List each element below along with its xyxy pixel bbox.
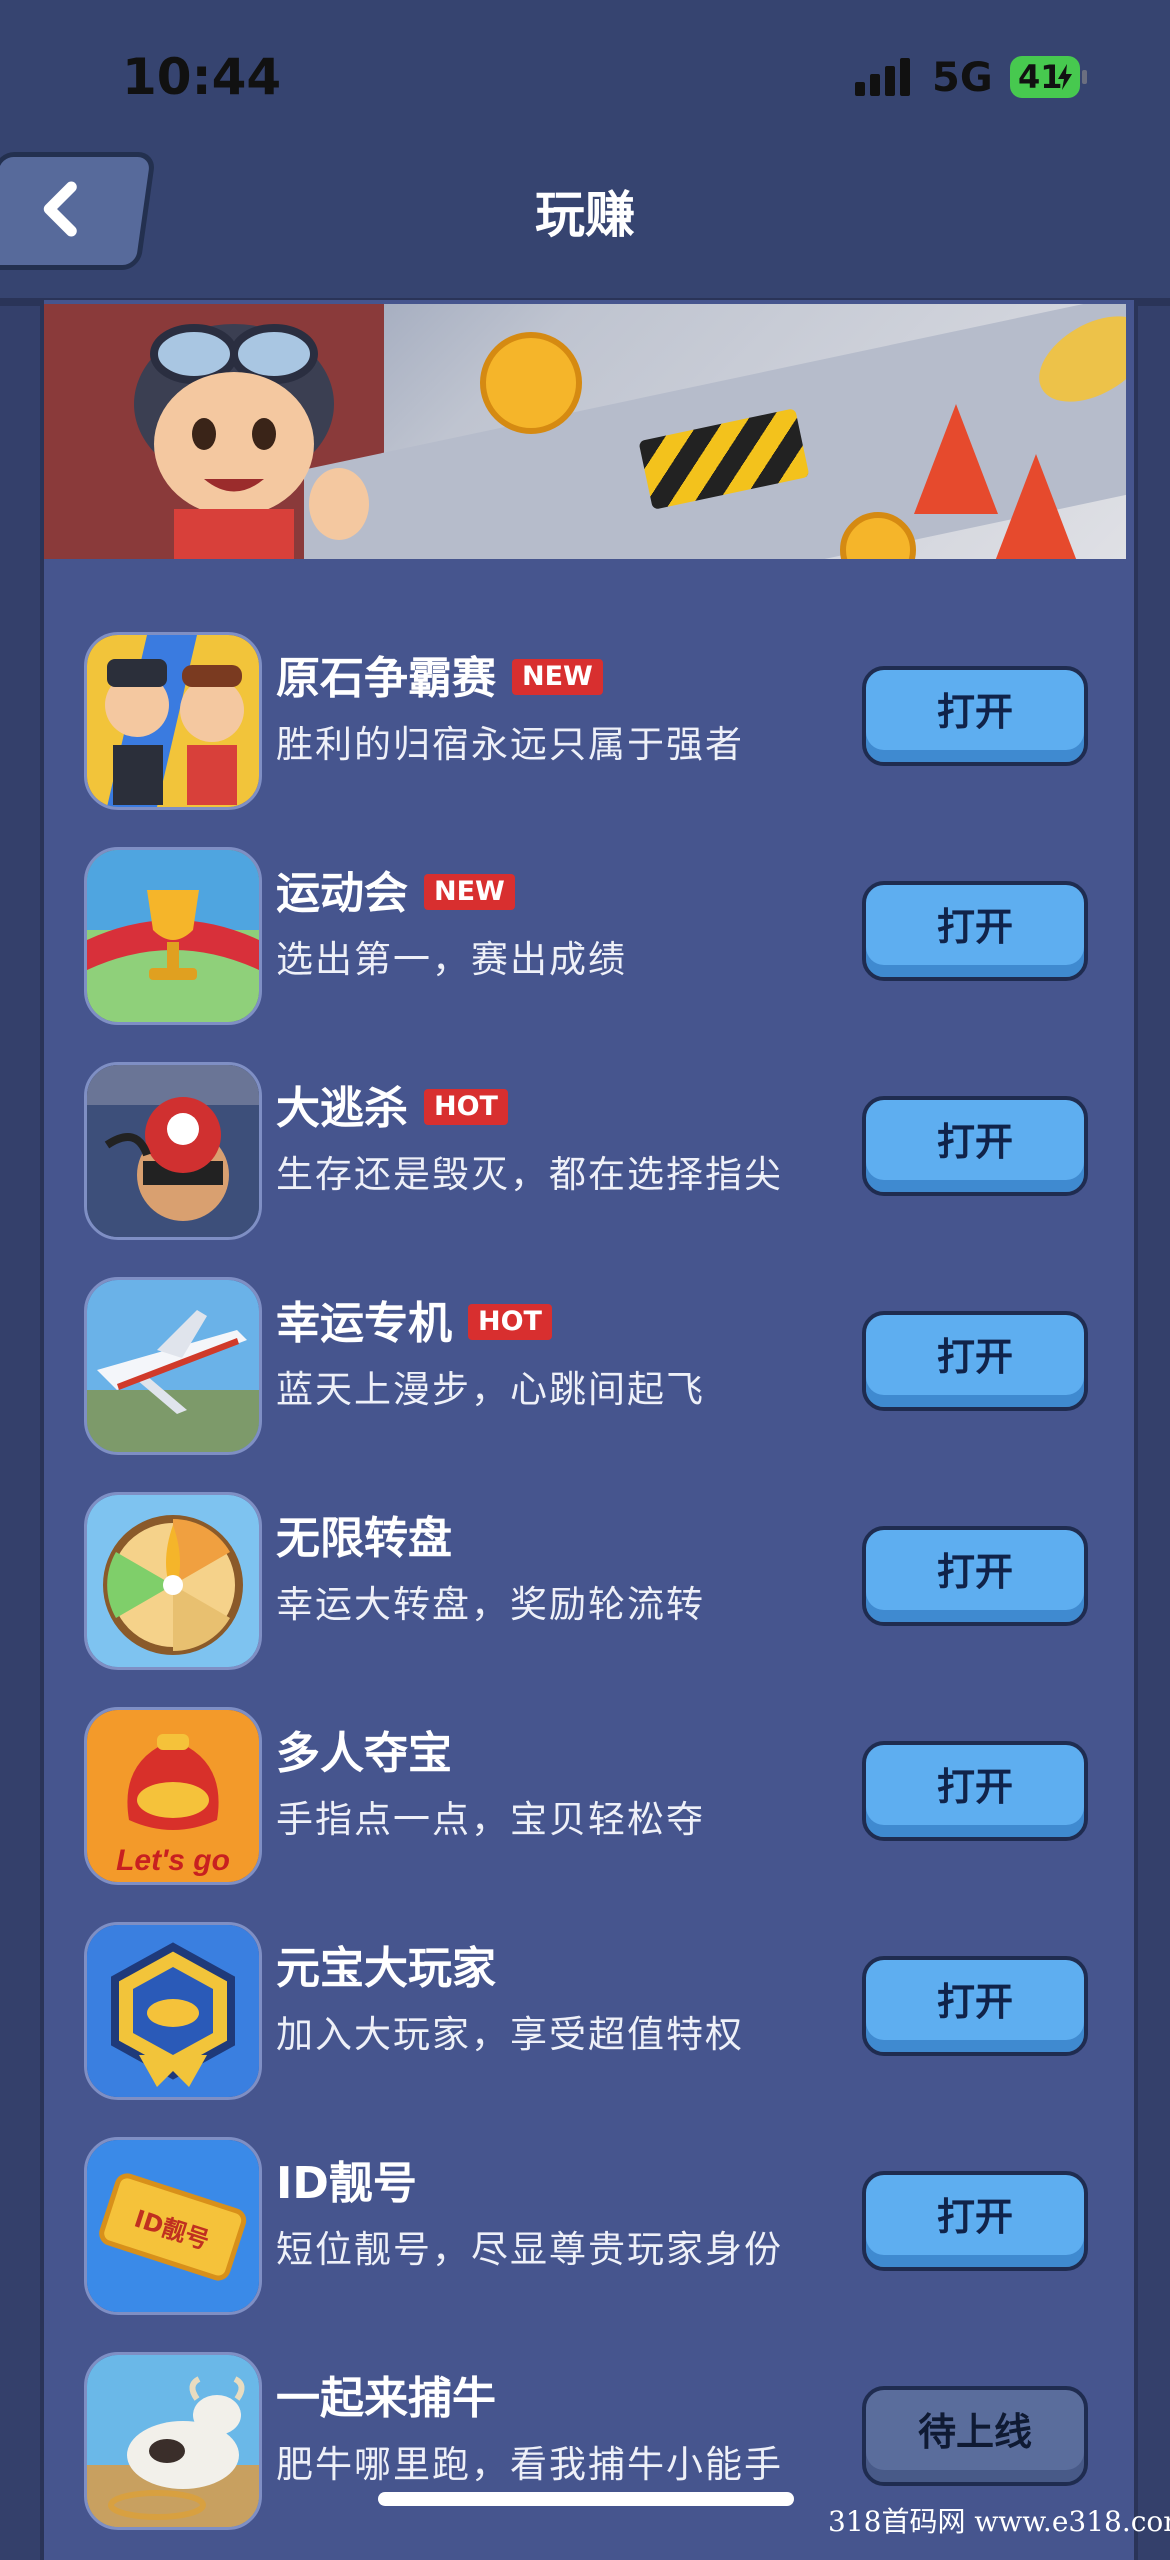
game-description: 手指点一点，宝贝轻松夺 (276, 1798, 705, 1841)
battery-icon: 41 (1010, 56, 1087, 98)
new-badge: NEW (424, 874, 515, 910)
game-description: 加入大玩家，享受超值特权 (276, 2013, 744, 2056)
open-button[interactable]: 打开 (862, 1956, 1088, 2056)
game-title: 幸运专机 HOT (276, 1287, 552, 1351)
new-badge: NEW (512, 659, 603, 695)
game-icon-wheel[interactable] (84, 1492, 262, 1670)
svg-text:Let's go: Let's go (116, 1844, 230, 1877)
game-description: 胜利的归宿永远只属于强者 (276, 723, 744, 766)
game-icon-battle-royale[interactable] (84, 1062, 262, 1240)
game-description: 幸运大转盘，奖励轮流转 (276, 1583, 705, 1626)
page-title: 玩赚 (535, 186, 635, 244)
game-title: 多人夺宝 (276, 1728, 452, 1779)
promo-banner[interactable] (44, 304, 1126, 559)
game-description: 生存还是毁灭，都在选择指尖 (276, 1153, 783, 1196)
game-title: 运动会 NEW (276, 857, 515, 921)
game-icon-catch-bull[interactable] (84, 2352, 262, 2530)
network-type: 5G (932, 55, 993, 101)
game-icon-id-number[interactable]: ID靓号 (84, 2137, 262, 2315)
hot-badge: HOT (468, 1304, 552, 1340)
list-item: 原石争霸赛 NEW 胜利的归宿永远只属于强者 打开 (84, 632, 1088, 812)
game-description: 肥牛哪里跑，看我捕牛小能手 (276, 2443, 783, 2486)
list-item: 元宝大玩家 加入大玩家，享受超值特权 打开 (84, 1922, 1088, 2102)
coming-soon-button: 待上线 (862, 2386, 1088, 2486)
game-icon-sports[interactable] (84, 847, 262, 1025)
game-title: 原石争霸赛 NEW (276, 642, 603, 706)
open-button[interactable]: 打开 (862, 1526, 1088, 1626)
hot-badge: HOT (424, 1089, 508, 1125)
list-item: Let's go 多人夺宝 手指点一点，宝贝轻松夺 打开 (84, 1707, 1088, 1887)
status-bar: 10:44 5G 41 (0, 0, 1170, 150)
open-button[interactable]: 打开 (862, 1741, 1088, 1841)
open-button[interactable]: 打开 (862, 1311, 1088, 1411)
game-icon-arena[interactable] (84, 632, 262, 810)
game-title: 一起来捕牛 (276, 2373, 496, 2424)
list-item: 无限转盘 幸运大转盘，奖励轮流转 打开 (84, 1492, 1088, 1672)
game-description: 短位靓号，尽显尊贵玩家身份 (276, 2228, 783, 2271)
game-title: 无限转盘 (276, 1513, 452, 1564)
game-icon-lucky-plane[interactable] (84, 1277, 262, 1455)
game-icon-vip[interactable] (84, 1922, 262, 2100)
game-title: 元宝大玩家 (276, 1943, 496, 1994)
watermark-text: 318首码网 www.e318.com (828, 2505, 1170, 2538)
signal-icon (855, 58, 915, 96)
list-item: 运动会 NEW 选出第一，赛出成绩 打开 (84, 847, 1088, 1027)
traffic-cone-illustration (994, 454, 1078, 559)
game-title: ID靓号 (276, 2158, 417, 2209)
pilot-character-illustration (134, 324, 369, 559)
list-item: 大逃杀 HOT 生存还是毁灭，都在选择指尖 打开 (84, 1062, 1088, 1242)
game-description: 选出第一，赛出成绩 (276, 938, 627, 981)
game-icon-treasure[interactable]: Let's go (84, 1707, 262, 1885)
home-indicator[interactable] (378, 2492, 794, 2506)
charging-icon (1058, 64, 1072, 90)
game-description: 蓝天上漫步，心跳间起飞 (276, 1368, 705, 1411)
open-button[interactable]: 打开 (862, 2171, 1088, 2271)
open-button[interactable]: 打开 (862, 881, 1088, 981)
coin-icon (480, 332, 582, 434)
open-button[interactable]: 打开 (862, 1096, 1088, 1196)
list-item: 幸运专机 HOT 蓝天上漫步，心跳间起飞 打开 (84, 1277, 1088, 1457)
game-title: 大逃杀 HOT (276, 1072, 508, 1136)
open-button[interactable]: 打开 (862, 666, 1088, 766)
list-item: ID靓号 ID靓号 短位靓号，尽显尊贵玩家身份 打开 (84, 2137, 1088, 2317)
status-time: 10:44 (122, 48, 282, 106)
traffic-cone-illustration (914, 404, 998, 514)
